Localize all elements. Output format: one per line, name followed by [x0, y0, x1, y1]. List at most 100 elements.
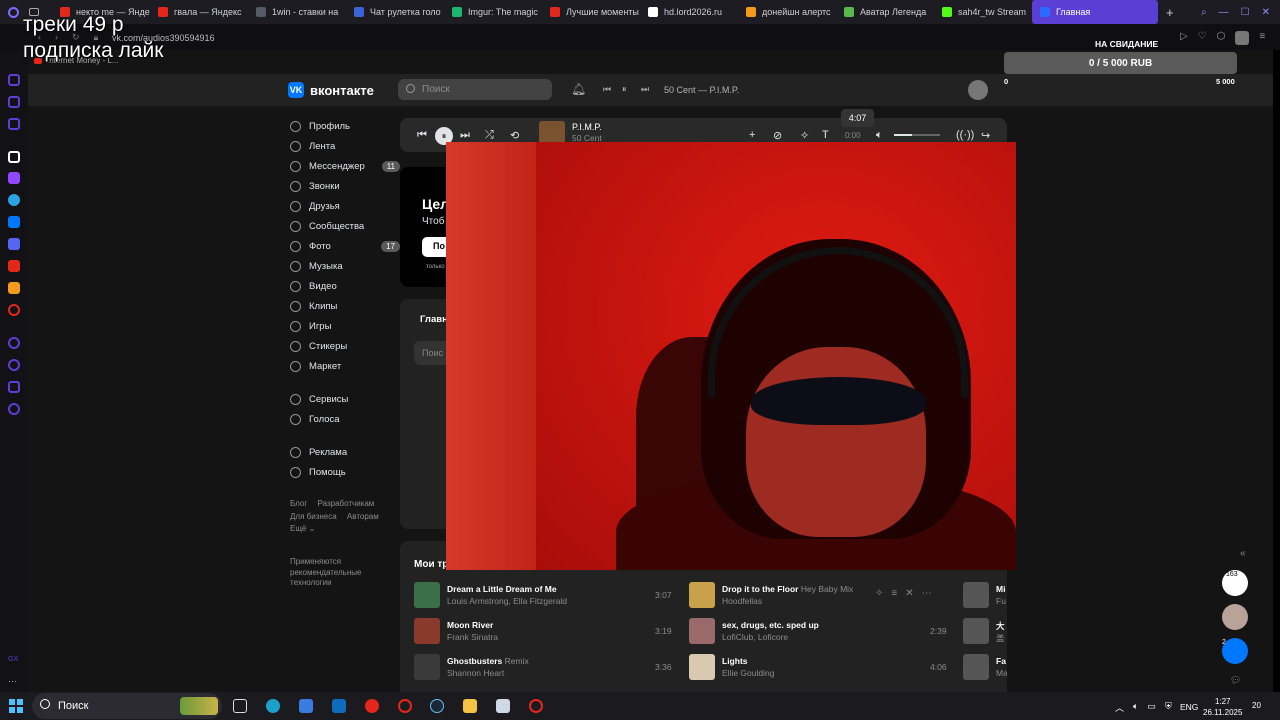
recommendations-note[interactable]: Применяются рекомендательные технологии	[290, 557, 390, 589]
add-to-playlist-icon[interactable]: ≡	[891, 588, 897, 599]
gx-icon[interactable]: GX	[8, 656, 20, 668]
track-row[interactable]: Lights Ellie Goulding 4:06	[689, 654, 960, 684]
notepad-icon[interactable]	[496, 699, 510, 713]
browser-tab[interactable]: донейшн алертс	[738, 0, 836, 24]
nav-item[interactable]: Клипы	[290, 296, 400, 316]
broadcast-icon[interactable]: ((·))	[956, 129, 974, 141]
track-row[interactable]: sex, drugs, etc. sped up LofiClub, Lofico…	[689, 618, 960, 648]
header-pause-icon[interactable]: ⏸︎	[622, 84, 627, 95]
opera-logo-icon[interactable]	[8, 6, 19, 18]
my-tracks-title[interactable]: Мои тр	[414, 559, 448, 570]
search-tabs-icon[interactable]: ⌕	[1201, 7, 1207, 18]
music-main-tab[interactable]: Главн	[420, 314, 448, 325]
notifications-bell-icon[interactable]: 🔔︎	[571, 82, 586, 96]
footer-link-more[interactable]: Ещё ⌄	[290, 524, 315, 533]
prev-track-icon[interactable]: ⏮︎	[417, 129, 427, 142]
nav-item[interactable]: Профиль	[290, 116, 400, 136]
shuffle-icon[interactable]: ⤮	[485, 129, 494, 142]
header-now-playing[interactable]: 50 Cent — P.I.M.P.	[664, 85, 739, 95]
chat-icon[interactable]: 💬︎	[1230, 675, 1241, 686]
new-tab-icon[interactable]: +	[1166, 5, 1174, 20]
profile-avatar[interactable]	[1235, 31, 1250, 45]
nav-item[interactable]: Игры	[290, 316, 400, 336]
similar-icon[interactable]: ✧	[875, 588, 883, 599]
opera-gx-taskbar-icon[interactable]	[398, 699, 412, 713]
remove-icon[interactable]: ✕	[905, 588, 913, 599]
donation-alerts-icon[interactable]	[8, 282, 20, 294]
extensions-sidebar-icon[interactable]	[8, 381, 20, 393]
nav-item[interactable]: Стикеры	[290, 336, 400, 356]
windows-start-icon[interactable]	[9, 699, 23, 713]
more-icon[interactable]: ⋯	[8, 676, 20, 688]
history-icon[interactable]	[8, 359, 20, 371]
user-avatar[interactable]	[968, 80, 988, 100]
lyrics-icon[interactable]: T	[822, 129, 829, 141]
browser-tab[interactable]: Imgur: The magic	[444, 0, 542, 24]
browser-tab[interactable]: Аватар Легенда	[836, 0, 934, 24]
yandex-browser-icon[interactable]	[365, 699, 379, 713]
header-prev-icon[interactable]: ⏮︎	[603, 84, 611, 95]
collapse-panel-icon[interactable]: «	[1240, 548, 1246, 559]
obs-icon[interactable]	[529, 699, 543, 713]
browser-tab[interactable]: Главная	[1032, 0, 1158, 24]
footer-link-authors[interactable]: Авторам	[347, 512, 379, 521]
vk-sidebar-icon[interactable]	[8, 216, 20, 228]
discord-icon[interactable]	[8, 238, 20, 250]
nav-item[interactable]: Мессенджер 11	[290, 156, 400, 176]
bookmark-heart-icon[interactable]: ♡	[1198, 31, 1207, 45]
nav-item[interactable]: Сервисы	[290, 389, 400, 409]
edge-icon[interactable]	[266, 699, 280, 713]
messenger-sidebar-icon[interactable]	[8, 118, 20, 130]
browser-tab[interactable]: 1win - ставки на	[248, 0, 346, 24]
nav-item[interactable]: Лента	[290, 136, 400, 156]
extensions-icon[interactable]: ⬡	[1217, 31, 1226, 45]
more-options-icon[interactable]: ⋯	[922, 588, 932, 599]
recommend-icon[interactable]: ✧	[800, 129, 809, 142]
track-row[interactable]: Ghostbusters Remix Shannon Heart 3:36	[414, 654, 685, 684]
volume-icon[interactable]: 🔈︎	[876, 129, 883, 142]
arrow-app-icon[interactable]	[8, 151, 20, 163]
security-icon[interactable]: ⛨	[1165, 701, 1172, 714]
footer-link-business[interactable]: Для бизнеса	[290, 512, 337, 521]
settings-icon[interactable]	[8, 403, 20, 415]
next-track-icon[interactable]: ⏭︎	[460, 129, 470, 142]
notifications-count[interactable]: 20	[1252, 701, 1261, 710]
steam-icon[interactable]	[430, 699, 444, 713]
browser-tab[interactable]: sah4r_tw Stream	[934, 0, 1032, 24]
nav-item[interactable]: Музыка	[290, 256, 400, 276]
menu-icon[interactable]: ≡	[1259, 31, 1265, 45]
vk-logo[interactable]: VK вконтакте	[288, 82, 374, 98]
volume-slider[interactable]	[894, 134, 940, 136]
task-view-icon[interactable]	[233, 699, 247, 713]
browser-tab[interactable]: Чат рулетка голо	[346, 0, 444, 24]
player-icon[interactable]: ▷	[1180, 31, 1188, 45]
telegram-icon[interactable]	[8, 194, 20, 206]
track-row[interactable]: Mi Fu	[963, 582, 1007, 612]
tray-expand-icon[interactable]: ︿	[1115, 701, 1124, 714]
share-icon[interactable]: ↪	[981, 129, 990, 142]
twitch-icon[interactable]	[8, 172, 20, 184]
minimize-icon[interactable]: —	[1219, 7, 1229, 18]
taskbar-clock[interactable]: 1:27 26.11.2025	[1203, 696, 1242, 718]
nav-item[interactable]: Помощь	[290, 462, 400, 482]
opera-gx-icon[interactable]	[8, 304, 20, 316]
file-explorer-icon[interactable]	[463, 699, 477, 713]
browser-tab[interactable]: hd.lord2026.ru	[640, 0, 738, 24]
store-icon[interactable]	[299, 699, 313, 713]
aria-icon[interactable]	[8, 74, 20, 86]
nav-item[interactable]: Видео	[290, 276, 400, 296]
repeat-icon[interactable]: ⟲	[510, 129, 519, 142]
track-row[interactable]: 大盖	[963, 618, 1007, 648]
nav-item[interactable]: Голоса	[290, 409, 400, 429]
add-track-icon[interactable]: +	[749, 129, 755, 141]
track-row[interactable]: Moon River Frank Sinatra 3:19	[414, 618, 685, 648]
outlook-icon[interactable]	[332, 699, 346, 713]
browser-tab[interactable]: Лучшие моменты	[542, 0, 640, 24]
nav-item[interactable]: Друзья	[290, 196, 400, 216]
footer-link-blog[interactable]: Блог	[290, 499, 307, 508]
current-track-title[interactable]: P.I.M.P.	[572, 122, 602, 132]
maximize-icon[interactable]: ☐	[1241, 7, 1250, 18]
speaker-icon[interactable]: 🔈︎	[1133, 701, 1138, 714]
footer-link-developers[interactable]: Разработчикам	[318, 499, 375, 508]
dislike-icon[interactable]: ⊘	[773, 129, 782, 142]
